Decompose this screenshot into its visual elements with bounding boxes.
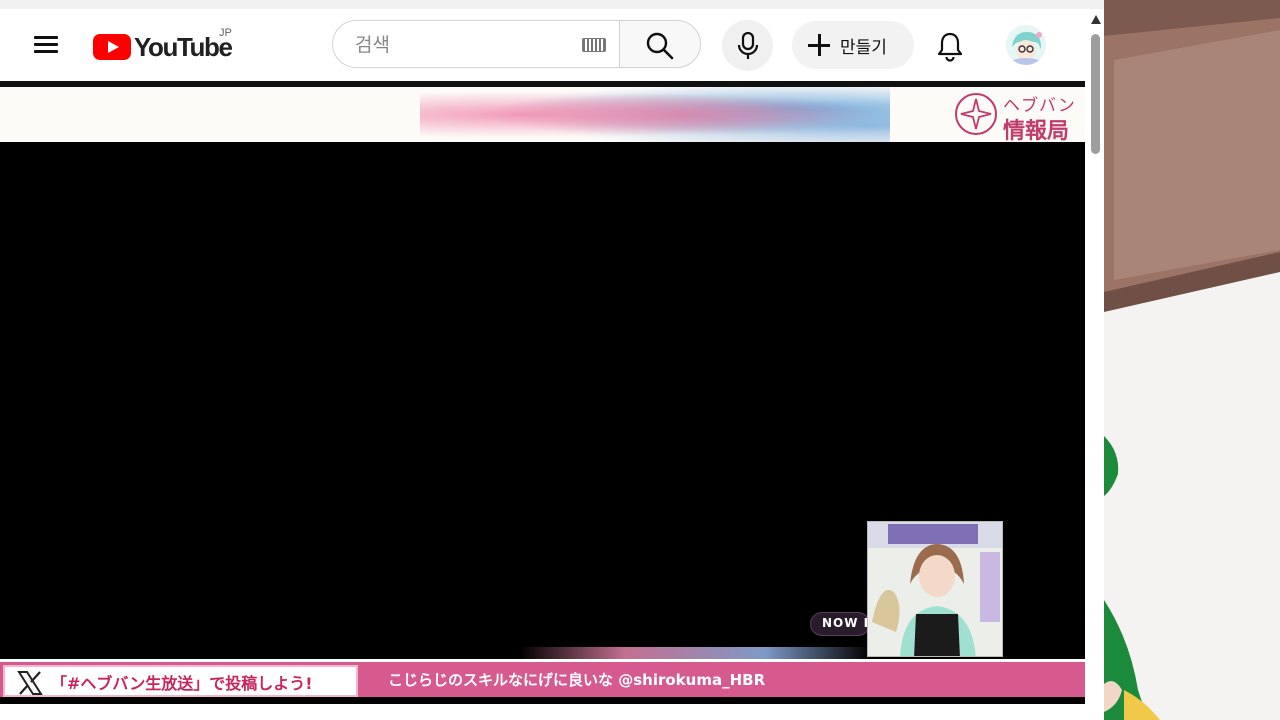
ticker-hashtag-box: 「#ヘブバン生放送」で投稿しよう! (3, 665, 358, 697)
x-logo-icon (17, 671, 43, 695)
menu-icon[interactable] (28, 31, 64, 61)
avatar-image (1006, 25, 1046, 65)
account-avatar[interactable] (1006, 25, 1046, 65)
search-input[interactable] (353, 31, 577, 59)
now-badge-label: NOW L (822, 616, 873, 630)
video-player[interactable]: ヘブバン 情報局 NOW L 「#ヘブバン生放送」で投稿しよう! こじらじのスキ… (0, 81, 1085, 704)
picture-in-picture-feed (867, 521, 1003, 657)
search-box (332, 20, 620, 68)
microphone-icon (737, 32, 759, 59)
scroll-up-arrow-icon[interactable] (1091, 15, 1101, 24)
ticker-hashtag: 「#ヘブバン生放送」で投稿しよう! (51, 674, 313, 693)
voice-search-button[interactable] (722, 20, 773, 71)
channel-logo: ヘブバン 情報局 (953, 91, 1078, 142)
search-icon (646, 32, 674, 60)
ticker-message: こじらじのスキルなにげに良いな @shirokuma_HBR (388, 671, 766, 689)
plus-icon (808, 34, 830, 56)
page-scrollbar[interactable] (1088, 9, 1104, 720)
now-badge: NOW L (810, 612, 873, 636)
country-code: JP (219, 27, 232, 39)
top-strip (0, 0, 1104, 9)
create-label: 만들기 (840, 37, 887, 58)
anime-scene-panel (1104, 0, 1280, 720)
logo-text: YouTube (134, 31, 233, 62)
keyboard-icon[interactable] (582, 38, 606, 52)
search-button[interactable] (619, 20, 701, 68)
bottom-artwork (520, 647, 870, 659)
youtube-play-icon (93, 34, 131, 60)
banner-artwork (420, 87, 890, 142)
browser-viewport: YouTube JP 만들기 (0, 0, 1104, 720)
youtube-logo[interactable]: YouTube (93, 31, 233, 62)
presenter-image (868, 522, 1002, 656)
flower-emblem-icon (955, 93, 997, 135)
notifications-button[interactable] (933, 29, 967, 63)
create-button[interactable]: 만들기 (792, 21, 914, 69)
news-ticker: 「#ヘブバン生放送」で投稿しよう! こじらじのスキルなにげに良いな @shiro… (0, 659, 1085, 697)
scroll-thumb[interactable] (1091, 34, 1100, 154)
anime-scene-image (1104, 0, 1280, 720)
channel-name-bottom: 情報局 (1003, 119, 1070, 142)
bell-icon (937, 32, 963, 62)
youtube-masthead: YouTube JP 만들기 (0, 9, 1088, 81)
stream-banner: ヘブバン 情報局 (0, 87, 1085, 142)
